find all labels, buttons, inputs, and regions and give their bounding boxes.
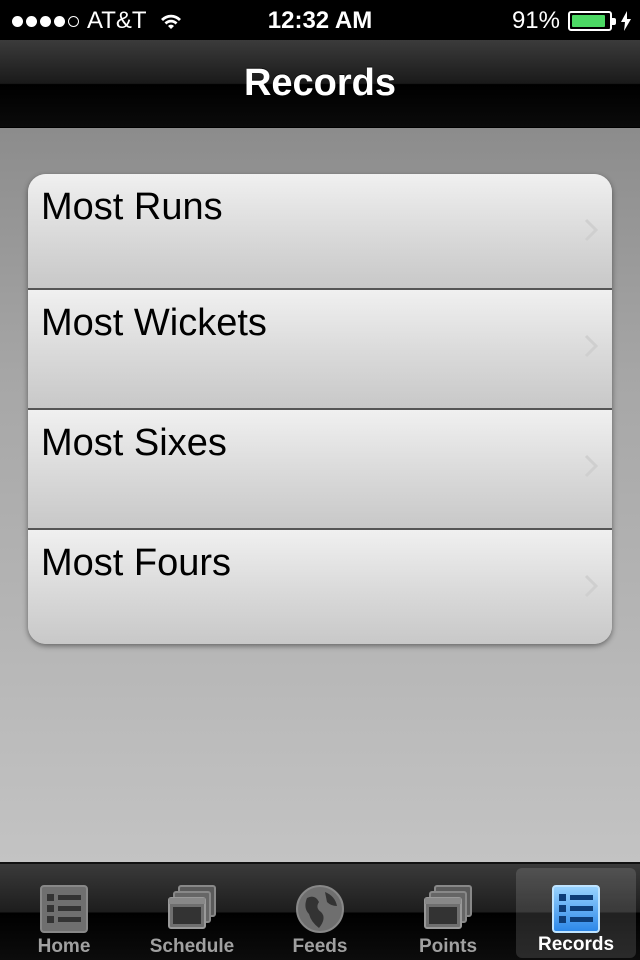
list-item-most-sixes[interactable]: Most Sixes [28, 410, 612, 530]
records-list: Most Runs Most Wickets Most Sixes Most F… [28, 174, 612, 644]
charging-bolt-icon [621, 11, 631, 31]
tab-points[interactable]: Points [384, 864, 512, 960]
list-item-label: Most Wickets [41, 302, 267, 344]
status-right: 91% [512, 7, 632, 35]
battery-icon [568, 11, 616, 31]
tab-home[interactable]: Home [0, 864, 128, 960]
page-title: Records [243, 62, 397, 104]
list-icon [552, 885, 600, 933]
tab-label: Home [37, 936, 91, 957]
chevron-right-icon [584, 454, 598, 478]
tab-schedule[interactable]: Schedule [128, 864, 256, 960]
windows-icon [168, 885, 216, 929]
list-icon [40, 885, 88, 933]
list-item-most-runs[interactable]: Most Runs [28, 174, 612, 290]
tab-records[interactable]: Records [516, 868, 636, 958]
tab-bar: Home Schedule Feeds Points Records [0, 862, 640, 960]
chevron-right-icon [584, 218, 598, 242]
list-item-label: Most Fours [41, 542, 232, 584]
list-item-label: Most Sixes [41, 422, 227, 464]
chevron-right-icon [584, 334, 598, 358]
main-content: Most Runs Most Wickets Most Sixes Most F… [0, 128, 640, 862]
list-item-label: Most Runs [41, 186, 223, 228]
tab-label: Points [418, 936, 478, 957]
tab-label: Feeds [292, 936, 348, 957]
navigation-bar: Records [0, 40, 640, 128]
tab-label: Records [537, 934, 615, 955]
tab-label: Schedule [149, 936, 235, 957]
battery-percent: 91% [511, 7, 560, 34]
tab-feeds[interactable]: Feeds [256, 864, 384, 960]
list-item-most-fours[interactable]: Most Fours [28, 530, 612, 644]
globe-icon [296, 885, 344, 933]
list-item-most-wickets[interactable]: Most Wickets [28, 290, 612, 410]
windows-icon [424, 885, 472, 929]
chevron-right-icon [584, 574, 598, 598]
status-bar: AT&T 12:32 AM 91% [0, 0, 640, 40]
